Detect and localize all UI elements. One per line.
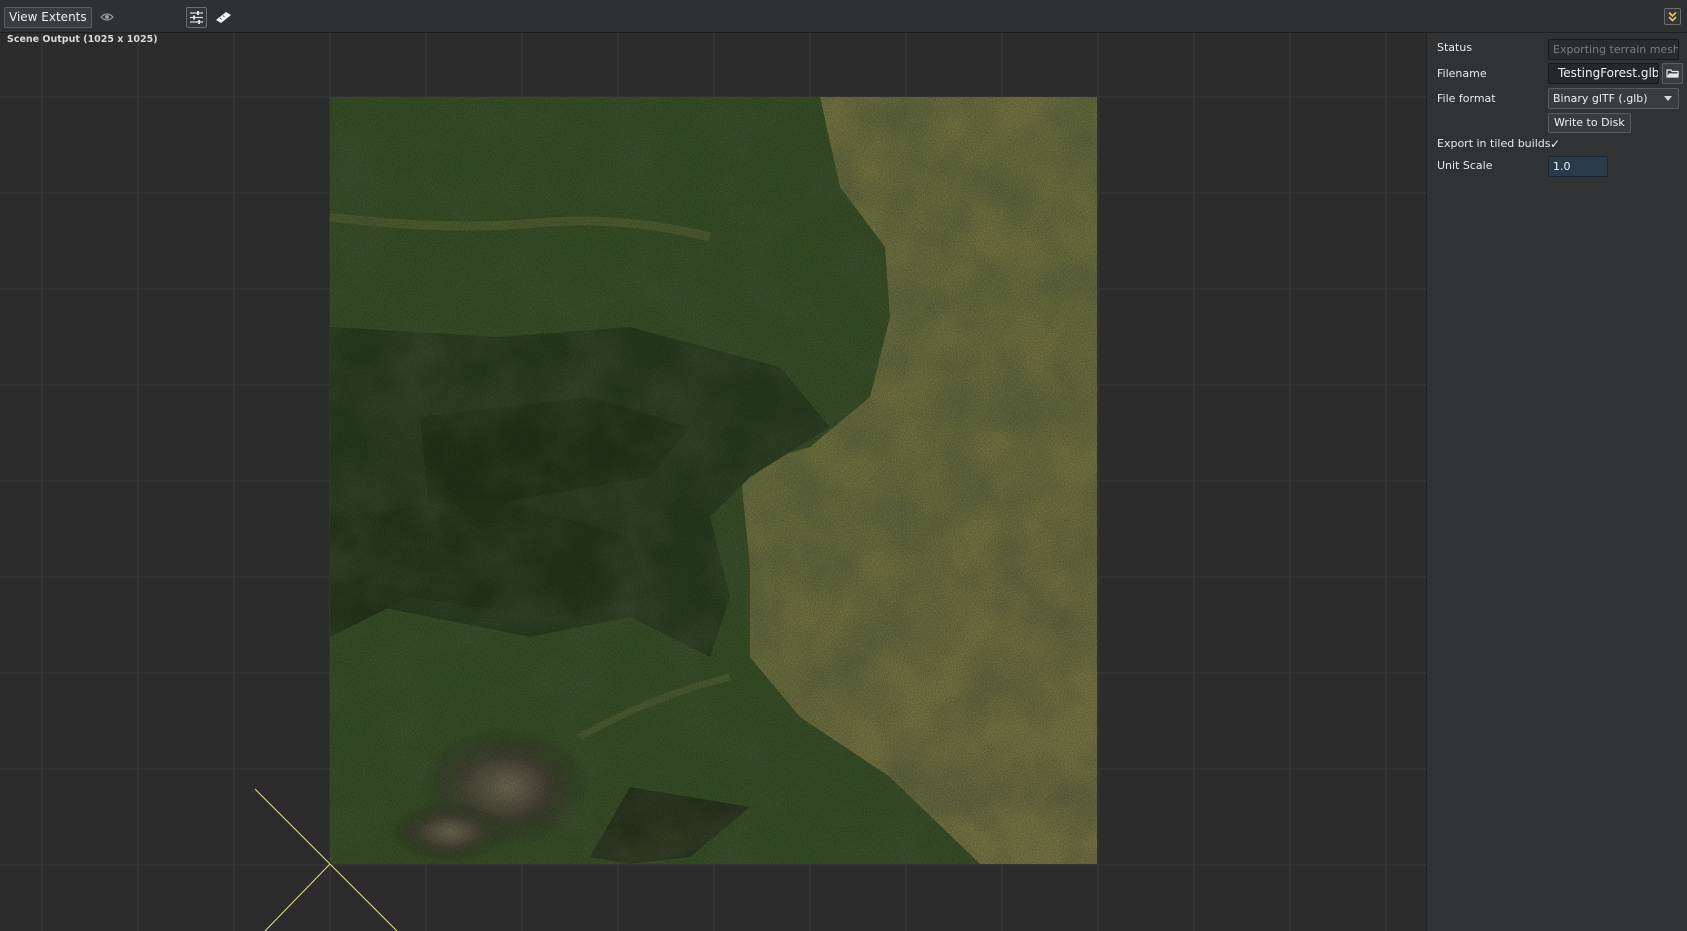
unit-scale-input[interactable]: 1.0 (1548, 156, 1608, 177)
dropdown-arrow-icon (1664, 96, 1672, 101)
write-to-disk-button[interactable]: Write to Disk (1548, 113, 1631, 133)
terrain-preview (330, 97, 1097, 864)
unit-scale-label: Unit Scale (1437, 159, 1493, 172)
file-format-select[interactable]: Binary glTF (.glb) (1548, 88, 1679, 109)
scene-viewport[interactable]: Scene Output (1025 x 1025) (0, 33, 1426, 931)
file-format-label: File format (1437, 92, 1496, 105)
scene-output-title: Scene Output (1025 x 1025) (7, 34, 158, 45)
filename-field[interactable]: TestingForest.glb (1548, 63, 1659, 84)
file-format-value: Binary glTF (.glb) (1553, 92, 1648, 105)
export-tiled-checkbox[interactable]: ✓ (1550, 137, 1560, 151)
view-extents-button[interactable]: View Extents (4, 7, 92, 28)
status-field: Exporting terrain mesh (1548, 39, 1679, 60)
folder-open-icon[interactable] (1662, 63, 1683, 84)
ruler-icon[interactable] (215, 9, 232, 25)
export-tiled-label: Export in tiled builds (1437, 137, 1551, 150)
properties-panel: Status Exporting terrain mesh Filename T… (1426, 33, 1687, 931)
sliders-icon[interactable] (186, 7, 207, 28)
eye-icon[interactable] (100, 11, 114, 23)
filename-label: Filename (1437, 67, 1487, 80)
double-chevron-down-icon[interactable] (1664, 8, 1681, 25)
status-label: Status (1437, 41, 1473, 54)
top-toolbar: View Extents (0, 0, 1687, 33)
axis-line (264, 863, 331, 931)
